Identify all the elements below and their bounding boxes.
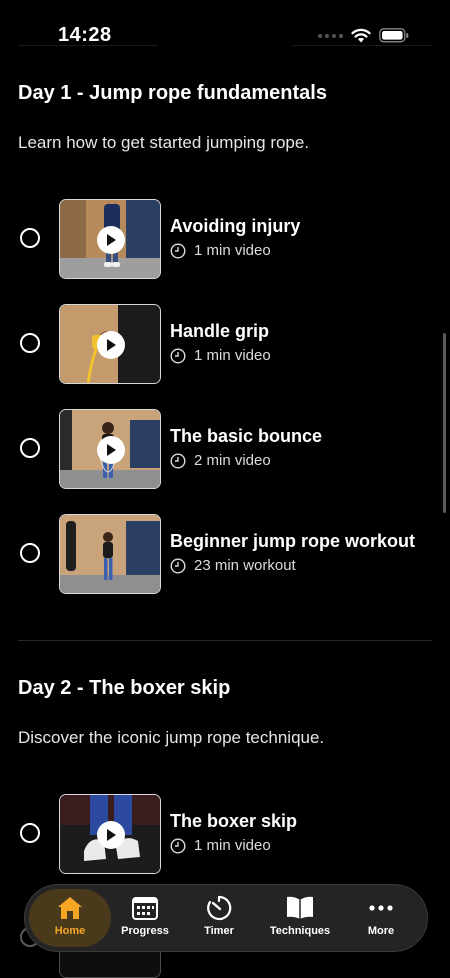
lesson-title: Avoiding injury [170,216,301,236]
cellular-signal-icon [318,33,343,38]
tab-progress[interactable]: Progress [113,889,177,947]
clock-icon [170,452,186,469]
tab-timer[interactable]: Timer [187,889,251,947]
clock-icon [170,557,186,574]
completion-radio[interactable] [20,438,40,458]
status-divider [292,45,432,46]
lesson-duration: 2 min video [194,452,271,469]
lesson-item[interactable]: The basic bounce 2 min video [0,409,450,489]
lesson-item[interactable]: Avoiding injury 1 min video [0,199,450,279]
lesson-item[interactable]: The boxer skip 1 min video [0,794,450,874]
status-time: 14:28 [58,24,112,46]
clock-icon [170,242,186,259]
lesson-duration: 23 min workout [194,557,296,574]
calendar-icon [132,897,158,920]
lesson-meta: 23 min workout [170,557,296,574]
status-bar: 14:28 [0,0,450,50]
video-thumbnail[interactable] [59,199,161,279]
lesson-meta: 1 min video [170,242,271,259]
day-1-title: Day 1 - Jump rope fundamentals [18,82,327,104]
day-2-title: Day 2 - The boxer skip [18,677,231,699]
completion-radio[interactable] [20,228,40,248]
tab-home[interactable]: Home [29,889,111,947]
lesson-item[interactable]: Beginner jump rope workout 23 min workou… [0,514,450,594]
lesson-meta: 2 min video [170,452,271,469]
tab-techniques[interactable]: Techniques [261,889,339,947]
day-2-description: Discover the iconic jump rope technique. [18,728,325,747]
book-icon [287,896,313,919]
video-thumbnail[interactable] [59,304,161,384]
tab-label: Timer [204,925,234,937]
status-icons [318,28,409,43]
lesson-title: Handle grip [170,321,270,341]
play-icon [97,821,125,849]
more-icon [369,905,393,911]
lesson-item[interactable]: Handle grip 1 min video [0,304,450,384]
tab-label: Home [54,925,86,937]
day-1-description: Learn how to get started jumping rope. [18,133,310,152]
tab-bar: Home Progress Timer Techniques More [24,884,428,952]
home-icon [58,897,82,919]
play-icon [97,226,125,254]
timer-icon [207,895,232,921]
lesson-duration: 1 min video [194,837,271,854]
completion-radio[interactable] [20,543,40,563]
lesson-duration: 1 min video [194,347,271,364]
clock-icon [170,347,186,364]
lesson-title: The basic bounce [170,426,323,446]
completion-radio[interactable] [20,823,40,843]
tab-label: Progress [121,925,169,937]
play-icon [97,436,125,464]
completion-radio[interactable] [20,333,40,353]
lesson-title: Beginner jump rope workout [170,531,416,551]
video-thumbnail[interactable] [59,514,161,594]
section-divider [18,640,432,641]
clock-icon [170,837,186,854]
video-thumbnail[interactable] [59,409,161,489]
lesson-duration: 1 min video [194,242,271,259]
tab-more[interactable]: More [349,889,413,947]
tab-label: More [367,925,395,937]
play-icon [97,331,125,359]
wifi-icon [351,28,371,43]
lesson-title: The boxer skip [170,811,298,831]
lesson-meta: 1 min video [170,347,271,364]
battery-icon [379,28,409,43]
status-divider [18,45,158,46]
lesson-meta: 1 min video [170,837,271,854]
tab-label: Techniques [269,925,331,937]
video-thumbnail[interactable] [59,794,161,874]
